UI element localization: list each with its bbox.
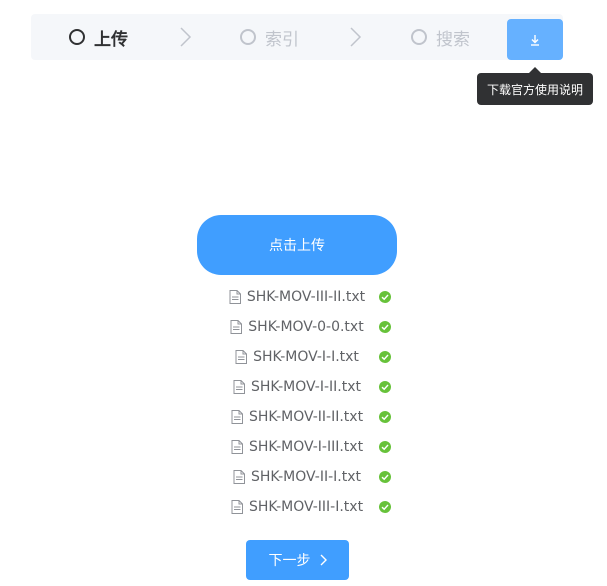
step-label: 索引	[265, 29, 299, 50]
chevron-right-icon	[180, 27, 192, 47]
circle-icon	[411, 29, 427, 45]
success-check-icon	[379, 381, 391, 393]
document-icon	[233, 470, 245, 484]
download-manual-button[interactable]	[507, 19, 563, 60]
download-icon	[531, 34, 539, 46]
file-name: SHK-MOV-I-II.txt	[251, 379, 361, 395]
step-search[interactable]: 搜索	[411, 14, 470, 60]
file-list-item[interactable]: SHK-MOV-III-II.txt	[197, 282, 397, 312]
circle-icon	[240, 29, 256, 45]
upload-button[interactable]: 点击上传	[197, 215, 397, 275]
step-label: 搜索	[436, 29, 470, 50]
document-icon	[229, 290, 241, 304]
file-name: SHK-MOV-I-III.txt	[248, 439, 364, 455]
step-upload[interactable]: 上传	[69, 14, 128, 60]
step-label: 上传	[94, 29, 128, 50]
success-check-icon	[379, 501, 391, 513]
step-index[interactable]: 索引	[240, 14, 299, 60]
file-list-item[interactable]: SHK-MOV-III-I.txt	[197, 492, 397, 522]
upload-page: 上传 索引 搜索 下载官方使用说明 点击上传 SHK-MOV-III-II.tx…	[0, 0, 607, 586]
file-name: SHK-MOV-III-I.txt	[248, 499, 364, 515]
success-check-icon	[379, 441, 391, 453]
document-icon	[231, 500, 243, 514]
success-check-icon	[379, 321, 391, 333]
circle-icon	[69, 29, 85, 45]
download-tooltip: 下载官方使用说明	[477, 67, 593, 105]
file-list-item[interactable]: SHK-MOV-I-I.txt	[197, 342, 397, 372]
success-check-icon	[379, 471, 391, 483]
document-icon	[235, 350, 248, 364]
success-check-icon	[379, 291, 391, 303]
document-icon	[231, 410, 243, 424]
file-name: SHK-MOV-II-II.txt	[248, 409, 364, 425]
document-icon	[231, 440, 243, 454]
file-list-item[interactable]: SHK-MOV-I-II.txt	[197, 372, 397, 402]
file-list-item[interactable]: SHK-MOV-II-II.txt	[197, 402, 397, 432]
file-list-item[interactable]: SHK-MOV-0-0.txt	[197, 312, 397, 342]
chevron-right-icon	[320, 554, 327, 566]
next-step-label: 下一步	[268, 553, 311, 569]
next-step-button[interactable]: 下一步	[246, 540, 349, 580]
document-icon	[230, 320, 243, 334]
file-list-item[interactable]: SHK-MOV-I-III.txt	[197, 432, 397, 462]
steps-bar: 上传 索引 搜索	[31, 14, 563, 60]
file-name: SHK-MOV-II-I.txt	[251, 469, 361, 485]
success-check-icon	[379, 411, 391, 423]
file-list: SHK-MOV-III-II.txt SHK-MOV-0-0.txt SHK-MOV…	[197, 282, 397, 522]
file-name: SHK-MOV-III-II.txt	[246, 289, 366, 305]
success-check-icon	[379, 351, 391, 363]
file-name: SHK-MOV-I-I.txt	[253, 349, 359, 365]
chevron-right-icon	[350, 27, 362, 47]
file-name: SHK-MOV-0-0.txt	[248, 319, 364, 335]
document-icon	[233, 380, 245, 394]
file-list-item[interactable]: SHK-MOV-II-I.txt	[197, 462, 397, 492]
